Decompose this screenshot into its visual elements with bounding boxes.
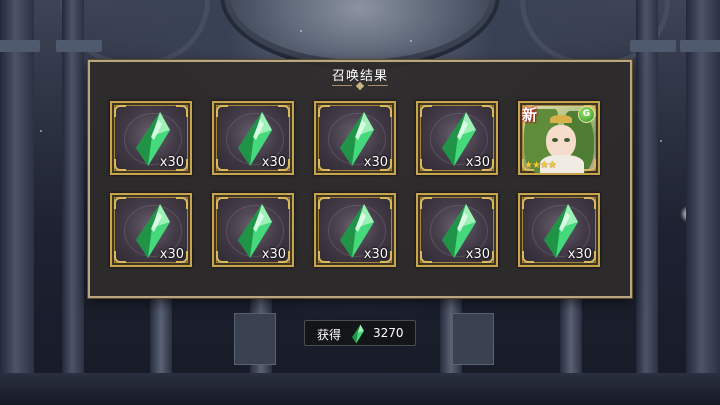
result-card-crystal[interactable]: x30 bbox=[416, 193, 498, 267]
result-card-crystal[interactable]: x30 bbox=[110, 193, 192, 267]
rarity-stars: ★★★★ bbox=[524, 160, 557, 171]
quantity-label: x30 bbox=[261, 247, 286, 262]
result-card-crystal[interactable]: x30 bbox=[212, 101, 294, 175]
stone-plaque bbox=[234, 313, 276, 365]
quantity-label: x30 bbox=[567, 247, 592, 262]
quantity-label: x30 bbox=[465, 155, 490, 170]
element-badge-icon: G bbox=[578, 106, 595, 123]
pillar bbox=[56, 0, 102, 405]
quantity-label: x30 bbox=[159, 247, 184, 262]
obtained-value: 3270 bbox=[373, 326, 404, 340]
result-card-crystal[interactable]: x30 bbox=[518, 193, 600, 267]
result-card-crystal[interactable]: x30 bbox=[314, 101, 396, 175]
quantity-label: x30 bbox=[159, 155, 184, 170]
result-card-crystal[interactable]: x30 bbox=[110, 101, 192, 175]
quantity-label: x30 bbox=[261, 155, 286, 170]
result-card-crystal[interactable]: x30 bbox=[212, 193, 294, 267]
quantity-label: x30 bbox=[465, 247, 490, 262]
pillar bbox=[630, 0, 676, 405]
result-card-crystal[interactable]: x30 bbox=[314, 193, 396, 267]
result-card-character[interactable]: 新 G ★★★★ bbox=[518, 101, 600, 175]
total-obtained-bar: 获得 3270 bbox=[304, 320, 416, 346]
obtained-label: 获得 bbox=[317, 328, 342, 342]
quantity-label: x30 bbox=[363, 155, 388, 170]
floor bbox=[0, 373, 720, 405]
summon-results-panel: 召唤结果 x30 x30 x30 x30 新 G ★★★★ x30 x30 x3… bbox=[88, 60, 632, 298]
quantity-label: x30 bbox=[363, 247, 388, 262]
pillar bbox=[680, 0, 720, 405]
green-crystal-icon bbox=[352, 324, 364, 344]
pillar bbox=[0, 0, 40, 405]
new-badge: 新 bbox=[522, 106, 538, 124]
stone-plaque bbox=[452, 313, 494, 365]
title-ornament bbox=[332, 81, 388, 91]
result-card-crystal[interactable]: x30 bbox=[416, 101, 498, 175]
